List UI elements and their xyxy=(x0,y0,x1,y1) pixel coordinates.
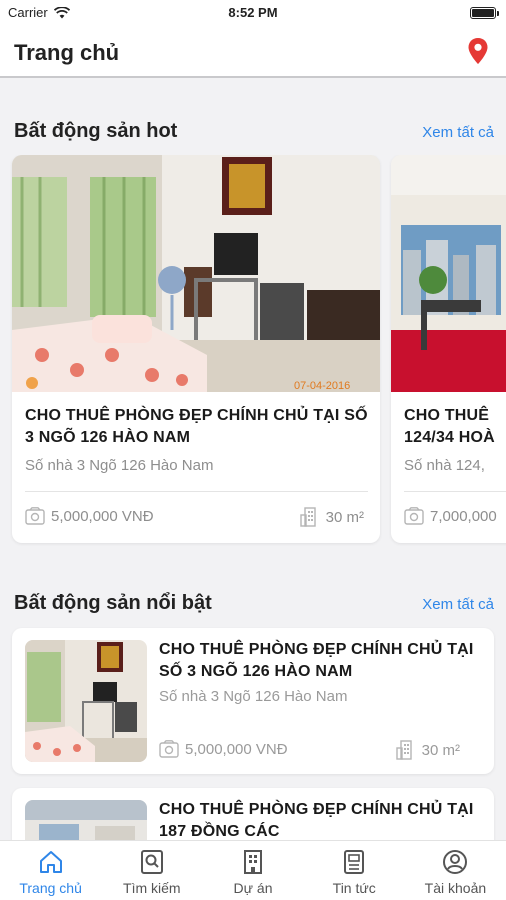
property-photo: 07-04-2016 xyxy=(12,155,380,392)
card-address: Số nhà 124, xyxy=(404,457,485,474)
card-title-line1: CHO THUÊ xyxy=(404,407,490,424)
price-row: 7,000,000 xyxy=(404,507,497,525)
building-area-icon xyxy=(395,740,412,760)
tab-bar: Trang chủ Tìm kiếm Dự án Tin tức Tài kho… xyxy=(0,840,506,900)
card-title: CHO THUÊ PHÒNG ĐẸP CHÍNH CHỦ TẠI SỐ 3 NG… xyxy=(25,407,368,446)
money-icon xyxy=(25,507,45,525)
property-thumbnail xyxy=(25,800,147,840)
featured-item-address: Số nhà 3 Ngõ 126 Hào Nam xyxy=(159,688,348,705)
area-row: 30 m² xyxy=(395,740,460,760)
tab-projects-label: Dự án xyxy=(233,880,273,896)
featured-item-price: 5,000,000 VNĐ xyxy=(185,740,288,758)
card-divider xyxy=(404,491,506,492)
card-title-line2: 124/34 HOÀ xyxy=(404,429,495,446)
hot-carousel[interactable]: 07-04-2016 CHO THUÊ PHÒNG ĐẸP CHÍNH CHỦ … xyxy=(0,155,506,547)
hot-card[interactable]: 07-04-2016 CHO THUÊ PHÒNG ĐẸP CHÍNH CHỦ … xyxy=(12,155,380,543)
featured-item-title: CHO THUÊ PHÒNG ĐẸP CHÍNH CHỦ TẠI 187 ĐỒN… xyxy=(159,801,474,840)
hot-section-header: Bất động sản hot Xem tất cả xyxy=(0,118,506,148)
tab-home-label: Trang chủ xyxy=(19,880,82,896)
money-icon xyxy=(404,507,424,525)
tab-search[interactable]: Tìm kiếm xyxy=(101,841,202,900)
nav-bar: Trang chủ xyxy=(0,26,506,78)
card-address: Số nhà 3 Ngõ 126 Hào Nam xyxy=(25,457,214,474)
featured-item-title: CHO THUÊ PHÒNG ĐẸP CHÍNH CHỦ TẠI SỐ 3 NG… xyxy=(159,641,474,680)
featured-list-item[interactable]: CHO THUÊ PHÒNG ĐẸP CHÍNH CHỦ TẠI SỐ 3 NG… xyxy=(12,628,494,774)
hot-section-title: Bất động sản hot xyxy=(14,120,178,142)
card-divider xyxy=(25,491,368,492)
money-icon xyxy=(159,740,179,758)
tab-news[interactable]: Tin tức xyxy=(304,841,405,900)
featured-item-area: 30 m² xyxy=(421,741,460,759)
building-icon xyxy=(244,850,262,874)
tab-projects[interactable]: Dự án xyxy=(202,841,303,900)
page-title: Trang chủ xyxy=(14,40,120,65)
tab-account[interactable]: Tài khoản xyxy=(405,841,506,900)
status-time: 8:52 PM xyxy=(228,5,278,20)
tab-news-label: Tin tức xyxy=(332,880,376,896)
price-row: 5,000,000 VNĐ xyxy=(25,507,154,525)
photo-date-stamp: 07-04-2016 xyxy=(294,380,350,392)
hot-card[interactable]: CHO THUÊ 124/34 HOÀ Số nhà 124, 7,000,00… xyxy=(391,155,506,543)
featured-see-all-link[interactable]: Xem tất cả xyxy=(422,596,494,613)
home-content[interactable]: Bất động sản hot Xem tất cả 07-04-2016 C… xyxy=(0,80,506,840)
area-row: 30 m² xyxy=(299,507,364,527)
news-icon xyxy=(344,850,365,874)
card-title: CHO THUÊ 124/34 HOÀ xyxy=(404,405,506,449)
status-bar: Carrier 8:52 PM xyxy=(0,0,506,26)
featured-list-item[interactable]: CHO THUÊ PHÒNG ĐẸP CHÍNH CHỦ TẠI 187 ĐỒN… xyxy=(12,788,494,840)
home-icon xyxy=(39,851,62,873)
map-pin-icon[interactable] xyxy=(468,38,488,64)
battery-icon xyxy=(470,7,499,19)
price-row: 5,000,000 VNĐ xyxy=(159,740,288,758)
search-icon xyxy=(140,850,163,874)
building-area-icon xyxy=(299,507,316,527)
property-photo xyxy=(391,155,506,392)
card-price: 7,000,000 xyxy=(430,507,497,525)
tab-home[interactable]: Trang chủ xyxy=(0,841,101,900)
property-thumbnail xyxy=(25,640,147,762)
hot-see-all-link[interactable]: Xem tất cả xyxy=(422,124,494,141)
featured-section-title: Bất động sản nổi bật xyxy=(14,592,212,614)
tab-search-label: Tìm kiếm xyxy=(123,880,181,896)
featured-section-header: Bất động sản nổi bật Xem tất cả xyxy=(0,590,506,620)
account-icon xyxy=(443,850,468,874)
card-area: 30 m² xyxy=(325,508,364,526)
tab-account-label: Tài khoản xyxy=(424,880,487,896)
card-price: 5,000,000 VNĐ xyxy=(51,507,154,525)
